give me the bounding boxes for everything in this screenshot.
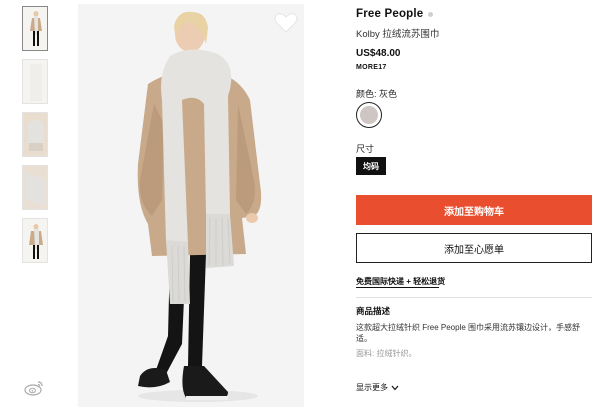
promo-code: MORE17 [356,64,387,71]
shipping-link[interactable]: 免费国际快递 + 轻松退货 [356,276,445,287]
description-text: 这款超大拉绒针织 Free People 围巾采用流苏镶边设计，手感舒适。 [356,323,581,343]
thumbnail-list [22,6,50,271]
thumbnail-3[interactable] [22,112,48,157]
show-more-label: 显示更多 [356,383,388,392]
chevron-down-icon [391,385,399,390]
brand-name[interactable]: Free People [356,8,423,20]
add-to-wishlist-button[interactable]: 添加至心愿单 [356,233,592,263]
color-swatch-gray[interactable] [356,102,382,128]
shipping-link-underline [356,287,439,288]
brand-indicator-dot [428,12,433,17]
product-name: Kolby 拉绒流苏围巾 [356,29,440,40]
divider [356,297,592,298]
thumbnail-5[interactable] [22,218,48,263]
product-image[interactable] [78,4,304,407]
thumbnail-4[interactable] [22,165,48,210]
thumbnail-2[interactable] [22,59,48,104]
show-more-button[interactable]: 显示更多 [356,382,399,393]
size-option-one-size[interactable]: 均码 [356,157,386,175]
size-label: 尺寸 [356,144,375,154]
description-title: 商品描述 [356,306,391,316]
product-price: US$48.00 [356,48,401,59]
add-to-cart-button[interactable]: 添加至购物车 [356,195,592,225]
weibo-icon[interactable] [24,380,44,396]
color-label: 颜色: 灰色 [356,89,398,99]
color-swatch-fill [360,106,378,124]
fabric-info: 面料: 拉绒针织。 [356,349,417,358]
heart-icon[interactable] [274,12,298,34]
thumbnail-1[interactable] [22,6,48,51]
